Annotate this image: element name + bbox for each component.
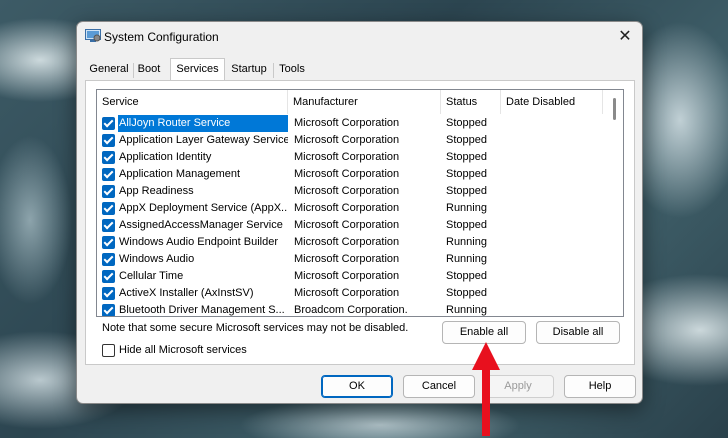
list-header: Service Manufacturer Status Date Disable… bbox=[97, 90, 623, 114]
service-status: Stopped bbox=[446, 185, 487, 197]
table-row[interactable]: Cellular Time Microsoft Corporation Stop… bbox=[97, 268, 623, 285]
service-name: Windows Audio Endpoint Builder bbox=[119, 236, 278, 248]
service-status: Running bbox=[446, 236, 487, 248]
hide-microsoft-services-label[interactable]: Hide all Microsoft services bbox=[119, 344, 247, 356]
manufacturer: Microsoft Corporation bbox=[294, 168, 400, 180]
table-row[interactable]: ActiveX Installer (AxInstSV) Microsoft C… bbox=[97, 285, 623, 302]
service-checkbox[interactable] bbox=[102, 202, 115, 215]
up-arrow-icon bbox=[472, 342, 500, 436]
service-name: AppX Deployment Service (AppX... bbox=[119, 202, 288, 214]
table-row[interactable]: Windows Audio Microsoft Corporation Runn… bbox=[97, 251, 623, 268]
service-checkbox[interactable] bbox=[102, 253, 115, 266]
service-name: Cellular Time bbox=[119, 270, 184, 282]
manufacturer: Microsoft Corporation bbox=[294, 236, 400, 248]
column-header-service[interactable]: Service bbox=[97, 90, 288, 114]
column-label: Date Disabled bbox=[506, 96, 576, 108]
service-checkbox[interactable] bbox=[102, 270, 115, 283]
services-list[interactable]: Service Manufacturer Status Date Disable… bbox=[96, 89, 624, 317]
tab-label: Services bbox=[176, 63, 219, 75]
disable-all-button[interactable]: Disable all bbox=[536, 321, 620, 344]
service-name: Application Layer Gateway Service bbox=[119, 134, 288, 146]
service-status: Running bbox=[446, 304, 487, 316]
vertical-scrollbar[interactable] bbox=[606, 90, 623, 316]
service-name: ActiveX Installer (AxInstSV) bbox=[119, 287, 254, 299]
manufacturer: Microsoft Corporation bbox=[294, 270, 400, 282]
service-status: Stopped bbox=[446, 168, 487, 180]
service-name: Application Identity bbox=[119, 151, 212, 163]
service-checkbox[interactable] bbox=[102, 134, 115, 147]
manufacturer: Microsoft Corporation bbox=[294, 134, 400, 146]
manufacturer: Microsoft Corporation bbox=[294, 185, 400, 197]
table-row[interactable]: Windows Audio Endpoint Builder Microsoft… bbox=[97, 234, 623, 251]
manufacturer: Microsoft Corporation bbox=[294, 287, 400, 299]
column-label: Service bbox=[102, 96, 139, 108]
tab-tools[interactable]: Tools bbox=[274, 60, 310, 80]
column-header-manufacturer[interactable]: Manufacturer bbox=[288, 90, 441, 114]
secure-services-note: Note that some secure Microsoft services… bbox=[102, 322, 409, 334]
column-header-status[interactable]: Status bbox=[441, 90, 501, 114]
service-checkbox[interactable] bbox=[102, 304, 115, 316]
table-row[interactable]: Application Identity Microsoft Corporati… bbox=[97, 149, 623, 166]
service-status: Running bbox=[446, 202, 487, 214]
tab-boot[interactable]: Boot bbox=[133, 60, 165, 80]
service-status: Stopped bbox=[446, 117, 487, 129]
service-name: Windows Audio bbox=[119, 253, 195, 265]
service-checkbox[interactable] bbox=[102, 117, 115, 130]
window-title: System Configuration bbox=[104, 30, 219, 44]
hide-microsoft-services-checkbox[interactable] bbox=[102, 344, 115, 357]
table-row[interactable]: Application Management Microsoft Corpora… bbox=[97, 166, 623, 183]
close-icon: ✕ bbox=[618, 28, 632, 45]
service-name: App Readiness bbox=[119, 185, 194, 197]
scrollbar-thumb[interactable] bbox=[613, 98, 616, 120]
tab-general[interactable]: General bbox=[85, 60, 133, 80]
service-status: Stopped bbox=[446, 151, 487, 163]
service-status: Running bbox=[446, 253, 487, 265]
service-name: AllJoyn Router Service bbox=[118, 115, 288, 132]
manufacturer: Microsoft Corporation bbox=[294, 117, 400, 129]
table-row[interactable]: Bluetooth Driver Management S... Broadco… bbox=[97, 302, 623, 316]
service-status: Stopped bbox=[446, 287, 487, 299]
manufacturer: Microsoft Corporation bbox=[294, 202, 400, 214]
service-checkbox[interactable] bbox=[102, 236, 115, 249]
services-panel: Service Manufacturer Status Date Disable… bbox=[85, 80, 635, 365]
service-name: AssignedAccessManager Service bbox=[119, 219, 283, 231]
manufacturer: Microsoft Corporation bbox=[294, 151, 400, 163]
table-row[interactable]: Application Layer Gateway Service Micros… bbox=[97, 132, 623, 149]
help-button[interactable]: Help bbox=[564, 375, 636, 398]
table-row[interactable]: AssignedAccessManager Service Microsoft … bbox=[97, 217, 623, 234]
column-label: Status bbox=[446, 96, 478, 108]
system-configuration-window: System Configuration ✕ General Boot Serv… bbox=[76, 21, 643, 404]
service-checkbox[interactable] bbox=[102, 287, 115, 300]
service-status: Stopped bbox=[446, 134, 487, 146]
table-row[interactable]: App Readiness Microsoft Corporation Stop… bbox=[97, 183, 623, 200]
tab-label: Boot bbox=[137, 63, 161, 75]
title-bar[interactable]: System Configuration ✕ bbox=[77, 22, 642, 52]
service-checkbox[interactable] bbox=[102, 151, 115, 164]
service-status: Stopped bbox=[446, 270, 487, 282]
column-header-date-disabled[interactable]: Date Disabled bbox=[501, 90, 603, 114]
manufacturer: Broadcom Corporation. bbox=[294, 304, 408, 316]
manufacturer: Microsoft Corporation bbox=[294, 253, 400, 265]
tab-label: Tools bbox=[279, 63, 305, 75]
table-row[interactable]: AllJoyn Router Service Microsoft Corpora… bbox=[97, 115, 623, 132]
service-checkbox[interactable] bbox=[102, 219, 115, 232]
tab-label: General bbox=[89, 63, 129, 75]
column-label: Manufacturer bbox=[293, 96, 358, 108]
ok-button[interactable]: OK bbox=[321, 375, 393, 398]
service-name: Bluetooth Driver Management S... bbox=[119, 304, 285, 316]
service-status: Stopped bbox=[446, 219, 487, 231]
cancel-button[interactable]: Cancel bbox=[403, 375, 475, 398]
service-name: Application Management bbox=[119, 168, 241, 180]
tab-label: Startup bbox=[231, 63, 267, 75]
tab-services[interactable]: Services bbox=[170, 58, 225, 81]
table-row[interactable]: AppX Deployment Service (AppX... Microso… bbox=[97, 200, 623, 217]
close-button[interactable]: ✕ bbox=[614, 26, 636, 48]
manufacturer: Microsoft Corporation bbox=[294, 219, 400, 231]
service-checkbox[interactable] bbox=[102, 168, 115, 181]
service-checkbox[interactable] bbox=[102, 185, 115, 198]
tab-startup[interactable]: Startup bbox=[225, 60, 273, 80]
system-configuration-icon bbox=[85, 29, 101, 42]
